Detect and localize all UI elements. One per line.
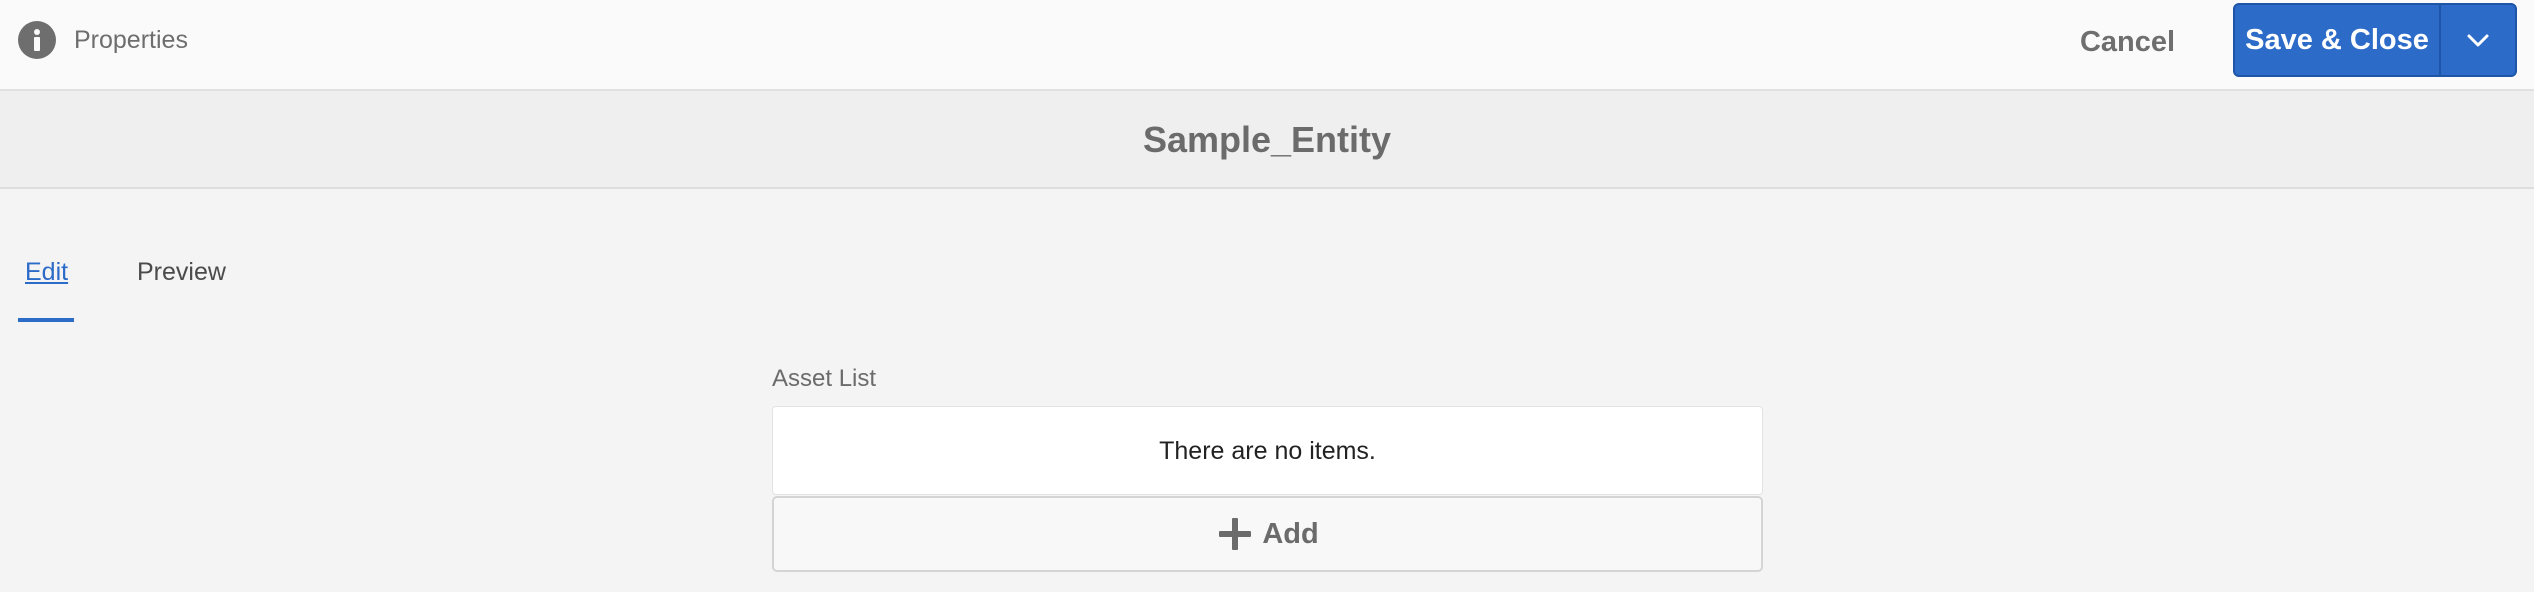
page-title: Sample_Entity [1142,119,1392,160]
tab-preview[interactable]: Preview [137,258,226,287]
cancel-button[interactable]: Cancel [2060,20,2195,64]
add-item-label: Add [1262,517,1319,550]
asset-list-items: There are no items. [772,406,1763,495]
add-item-button[interactable]: Add [772,496,1763,572]
active-tab-indicator [18,318,74,322]
save-options-dropdown[interactable] [2441,5,2515,75]
tab-edit[interactable]: Edit [25,258,68,287]
chevron-down-icon [2467,34,2489,47]
top-toolbar: Properties Cancel Save & Close [0,0,2534,91]
properties-label[interactable]: Properties [74,26,188,55]
plus-icon [1216,515,1254,553]
empty-list-message: There are no items. [1159,437,1376,465]
save-close-button-group: Save & Close [2233,3,2517,77]
save-close-button[interactable]: Save & Close [2235,5,2441,75]
entity-title-bar: Sample_Entity [0,91,2534,189]
info-icon[interactable] [18,21,56,59]
asset-list-label: Asset List [772,365,877,392]
